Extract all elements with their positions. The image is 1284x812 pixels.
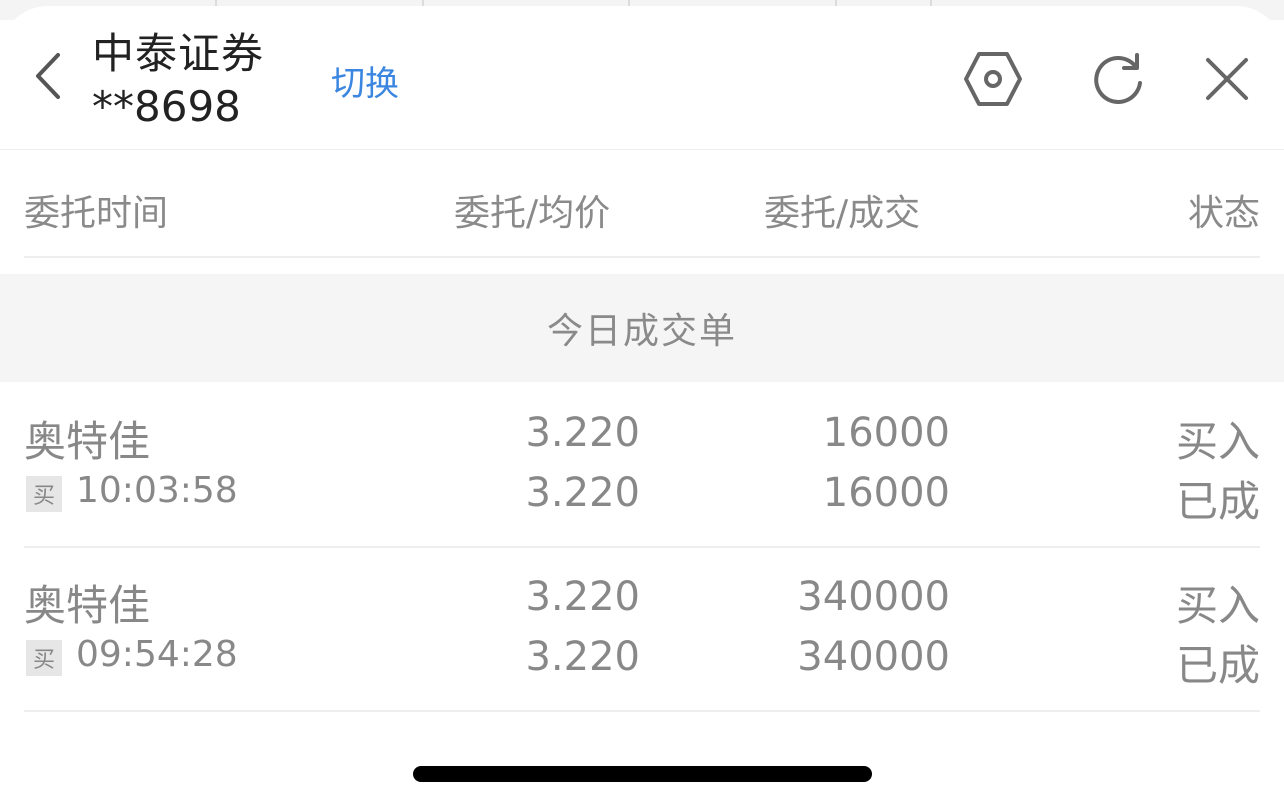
order-price: 3.220 xyxy=(525,410,640,456)
order-action: 买入 xyxy=(1175,581,1260,630)
section-header: 今日成交单 xyxy=(0,274,1284,382)
order-row[interactable]: 奥特佳 买 10:03:58 3.220 3.220 16000 16000 买… xyxy=(24,382,1260,548)
column-price: 委托/均价 xyxy=(454,193,611,234)
order-price: 3.220 xyxy=(525,574,640,620)
section-title: 今日成交单 xyxy=(546,311,737,352)
filled-quantity: 340000 xyxy=(797,634,950,680)
column-status: 状态 xyxy=(1187,193,1260,234)
chevron-left-icon xyxy=(36,53,60,99)
average-price: 3.220 xyxy=(525,634,640,680)
order-quantity: 16000 xyxy=(822,410,950,456)
hexagon-gear-icon xyxy=(964,52,1022,106)
order-time: 10:03:58 xyxy=(76,470,238,511)
switch-account-button[interactable]: 切换 xyxy=(331,56,399,105)
order-time: 09:54:28 xyxy=(76,634,238,675)
column-quantity: 委托/成交 xyxy=(764,193,921,234)
back-button[interactable] xyxy=(22,46,72,106)
stock-name: 奥特佳 xyxy=(24,417,151,466)
order-state: 已成 xyxy=(1175,641,1260,690)
refresh-button[interactable] xyxy=(1083,44,1153,114)
order-state: 已成 xyxy=(1175,477,1260,526)
order-quantity: 340000 xyxy=(797,574,950,620)
stock-name: 奥特佳 xyxy=(24,581,151,630)
account-number: **8698 xyxy=(92,82,241,131)
order-sheet: 中泰证券 **8698 切换 委托时间 委托/均价 委托/成交 状态 今日成交单… xyxy=(0,6,1284,812)
home-indicator[interactable] xyxy=(413,766,872,782)
order-row[interactable]: 奥特佳 买 09:54:28 3.220 3.220 340000 340000… xyxy=(24,546,1260,712)
close-button[interactable] xyxy=(1192,44,1262,114)
close-icon xyxy=(1206,58,1248,100)
buy-tag: 买 xyxy=(26,476,62,512)
column-time: 委托时间 xyxy=(24,193,169,234)
settings-button[interactable] xyxy=(958,44,1028,114)
refresh-icon xyxy=(1094,53,1142,104)
filled-quantity: 16000 xyxy=(822,470,950,516)
buy-tag: 买 xyxy=(26,640,62,676)
order-action: 买入 xyxy=(1175,417,1260,466)
broker-name: 中泰证券 xyxy=(92,29,265,78)
column-header: 委托时间 委托/均价 委托/成交 状态 xyxy=(24,156,1260,258)
average-price: 3.220 xyxy=(525,470,640,516)
sheet-header: 中泰证券 **8698 切换 xyxy=(0,6,1284,150)
